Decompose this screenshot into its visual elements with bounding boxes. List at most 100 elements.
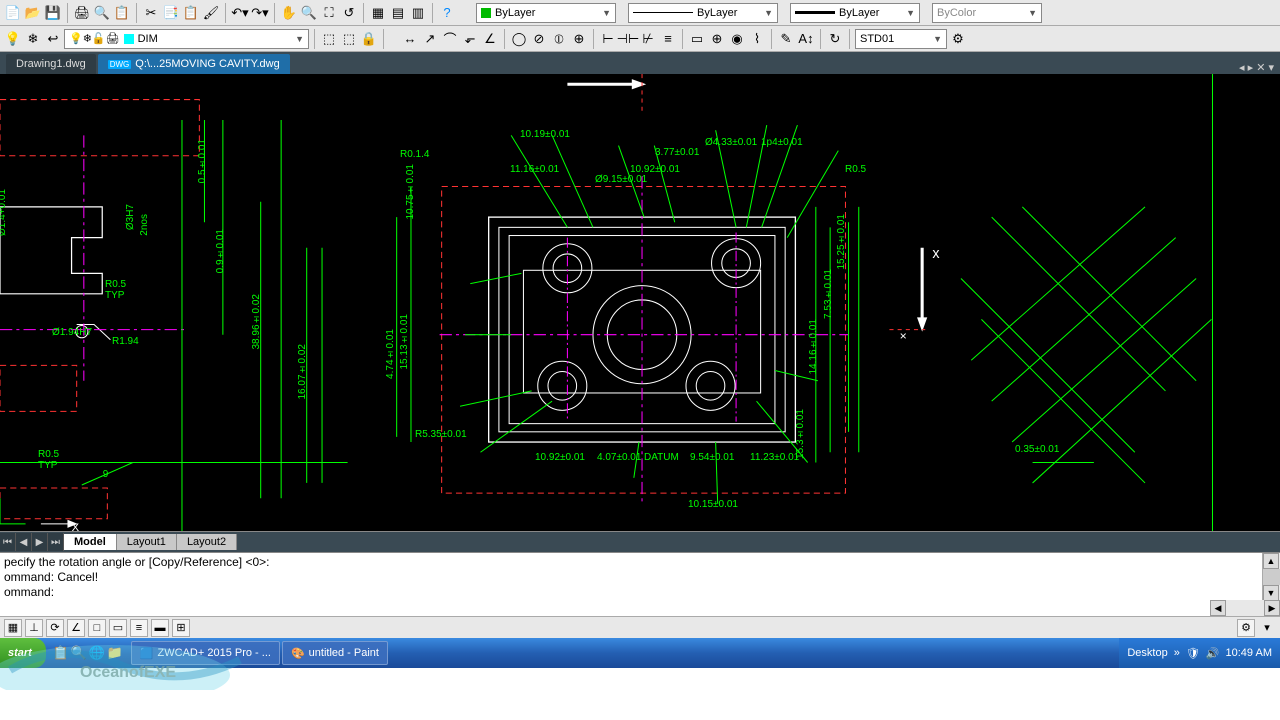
sheet-icon[interactable]: ▥ — [409, 4, 427, 22]
desktop-label[interactable]: Desktop — [1127, 647, 1167, 659]
freeze-icon[interactable]: ❄ — [24, 30, 42, 48]
statusbar-menu[interactable]: ▾ — [1258, 619, 1276, 637]
dimstyle-dropdown[interactable]: STD01▼ — [855, 29, 947, 49]
otrack-toggle[interactable]: ▭ — [109, 619, 127, 637]
layerprev-icon[interactable]: ↩ — [44, 30, 62, 48]
status-bar: ▦ ⊥ ⟳ ∠ □ ▭ ≡ ▬ ⊞ ⚙ ▾ — [0, 616, 1280, 638]
matchprop-icon[interactable]: 🖌 — [202, 4, 220, 22]
open-icon[interactable]: 📂 — [24, 4, 42, 22]
layout-tab-bar: ⏮ ◀ ▶ ⏭ Model Layout1 Layout2 — [0, 532, 1280, 552]
preview-icon[interactable]: 🔍 — [93, 4, 111, 22]
layeroff-icon[interactable]: ⬚ — [340, 30, 358, 48]
dim-linear-icon[interactable]: ↔ — [401, 30, 419, 48]
paste-icon[interactable]: 📋 — [182, 4, 200, 22]
dim-arc-icon[interactable]: ⌒ — [441, 30, 459, 48]
dim-aligned-icon[interactable]: ↗ — [421, 30, 439, 48]
dim-baseline-icon[interactable]: ⊢ — [599, 30, 617, 48]
taskbar-app-zwcad[interactable]: 🟦 ZWCAD+ 2015 Pro - ... — [131, 641, 280, 665]
new-icon[interactable]: 📄 — [4, 4, 22, 22]
quicklaunch-icon[interactable]: 🌐 — [88, 644, 106, 662]
quicklaunch-icon[interactable]: 📋 — [52, 644, 70, 662]
dyn-toggle[interactable]: ≡ — [130, 619, 148, 637]
lineweight-dropdown[interactable]: ByLayer▼ — [790, 3, 920, 23]
layer-icon[interactable]: 💡 — [4, 30, 22, 48]
dim-continue-icon[interactable]: ⊣⊢ — [619, 30, 637, 48]
tray-volume-icon[interactable]: 🔊 — [1206, 647, 1220, 660]
save-icon[interactable]: 💾 — [44, 4, 62, 22]
layers-dim-toolbar: 💡 ❄ ↩ 💡❄🔓🖨DIM▼ ⬚ ⬚ 🔒 ↔ ↗ ⌒ ⬐ ∠ ◯ ⊘ ⦶ ⊕ ⊢… — [0, 26, 1280, 52]
layout1-tab[interactable]: Layout1 — [117, 534, 177, 550]
redo-icon[interactable]: ↷▾ — [251, 4, 269, 22]
props-icon[interactable]: ▤ — [389, 4, 407, 22]
zoom-icon[interactable]: 🔍 — [300, 4, 318, 22]
joglinear-icon[interactable]: ⌇ — [748, 30, 766, 48]
polar-toggle[interactable]: ∠ — [67, 619, 85, 637]
tray-shield-icon[interactable]: 🛡 — [1186, 647, 1200, 660]
drawing-canvas[interactable]: x × X 0.5±0.01 0.9±0.01 38.96±0.02 16.07… — [0, 74, 1280, 532]
zoomprev-icon[interactable]: ↺ — [340, 4, 358, 22]
tab-last[interactable]: ⏭ — [48, 533, 64, 551]
file-tab-2[interactable]: DWGQ:\...25MOVING CAVITY.dwg — [98, 54, 290, 74]
dim-ordinate-icon[interactable]: ⬐ — [461, 30, 479, 48]
command-window[interactable]: pecify the rotation angle or [Copy/Refer… — [0, 552, 1280, 616]
undo-icon[interactable]: ↶▾ — [231, 4, 249, 22]
print-icon[interactable]: 🖨 — [73, 4, 91, 22]
dim-radius-icon[interactable]: ◯ — [510, 30, 528, 48]
pan-icon[interactable]: ✋ — [280, 4, 298, 22]
grid-toggle[interactable]: ⊥ — [25, 619, 43, 637]
start-button[interactable]: start — [0, 638, 46, 668]
snap-toggle[interactable]: ▦ — [4, 619, 22, 637]
plotcolor-dropdown[interactable]: ByColor▼ — [932, 3, 1042, 23]
settings-icon[interactable]: ⚙ — [1237, 619, 1255, 637]
cut-icon[interactable]: ✂ — [142, 4, 160, 22]
command-prompt[interactable]: ommand: — [4, 585, 1276, 600]
clock[interactable]: 10:49 AM — [1226, 647, 1272, 659]
document-tabs: Drawing1.dwg DWGQ:\...25MOVING CAVITY.dw… — [0, 52, 1280, 74]
quicklaunch-icon[interactable]: 📁 — [106, 644, 124, 662]
taskbar-app-paint[interactable]: 🎨 untitled - Paint — [282, 641, 388, 665]
svg-text:x: x — [932, 246, 939, 262]
layeriso-icon[interactable]: ⬚ — [320, 30, 338, 48]
command-history-line: pecify the rotation angle or [Copy/Refer… — [4, 555, 1276, 570]
tab-next[interactable]: ▶ — [32, 533, 48, 551]
layerlock-icon[interactable]: 🔒 — [360, 30, 378, 48]
system-tray[interactable]: Desktop » 🛡 🔊 10:49 AM — [1119, 638, 1280, 668]
zoomwin-icon[interactable]: ⛶ — [320, 4, 338, 22]
inspect-icon[interactable]: ◉ — [728, 30, 746, 48]
model-tab[interactable]: Model — [64, 534, 117, 550]
cad-drawing: x × X — [0, 74, 1280, 532]
standard-toolbar: 📄 📂 💾 🖨 🔍 📋 ✂ 📑 📋 🖌 ↶▾ ↷▾ ✋ 🔍 ⛶ ↺ ▦ ▤ ▥ … — [0, 0, 1280, 26]
help-icon[interactable]: ? — [438, 4, 456, 22]
lwt-toggle[interactable]: ▬ — [151, 619, 169, 637]
layer-dropdown[interactable]: 💡❄🔓🖨DIM▼ — [64, 29, 309, 49]
tolerance-icon[interactable]: ▭ — [688, 30, 706, 48]
centermark-icon[interactable]: ⊕ — [708, 30, 726, 48]
dimtedit-icon[interactable]: A↕ — [797, 30, 815, 48]
publish-icon[interactable]: 📋 — [113, 4, 131, 22]
linetype-dropdown[interactable]: ByLayer▼ — [628, 3, 778, 23]
dimstyle-icon[interactable]: ⚙ — [949, 30, 967, 48]
cmd-scroll-h[interactable]: ◀▶ — [1210, 600, 1280, 616]
osnap-toggle[interactable]: □ — [88, 619, 106, 637]
ortho-toggle[interactable]: ⟳ — [46, 619, 64, 637]
dimedit-icon[interactable]: ✎ — [777, 30, 795, 48]
quicklaunch-icon[interactable]: 🔍 — [70, 644, 88, 662]
dim-diameter-icon[interactable]: ⊘ — [530, 30, 548, 48]
dim-center-icon[interactable]: ⊕ — [570, 30, 588, 48]
dimupdate-icon[interactable]: ↻ — [826, 30, 844, 48]
cmd-scroll-v[interactable]: ▲▼ — [1262, 553, 1280, 601]
tab-prev[interactable]: ◀ — [16, 533, 32, 551]
table-icon[interactable]: ▦ — [369, 4, 387, 22]
tab-first[interactable]: ⏮ — [0, 533, 16, 551]
color-dropdown[interactable]: ByLayer▼ — [476, 3, 616, 23]
model-toggle[interactable]: ⊞ — [172, 619, 190, 637]
copy-icon[interactable]: 📑 — [162, 4, 180, 22]
tray-chevron-icon[interactable]: » — [1174, 647, 1180, 659]
layout2-tab[interactable]: Layout2 — [177, 534, 237, 550]
dim-angular-icon[interactable]: ∠ — [481, 30, 499, 48]
dim-break-icon[interactable]: ⊬ — [639, 30, 657, 48]
dim-jogged-icon[interactable]: ⦶ — [550, 30, 568, 48]
dim-space-icon[interactable]: ≡ — [659, 30, 677, 48]
file-tab-1[interactable]: Drawing1.dwg — [6, 54, 96, 74]
tab-controls[interactable]: ◂ ▸ ✕ ▾ — [1239, 61, 1280, 74]
